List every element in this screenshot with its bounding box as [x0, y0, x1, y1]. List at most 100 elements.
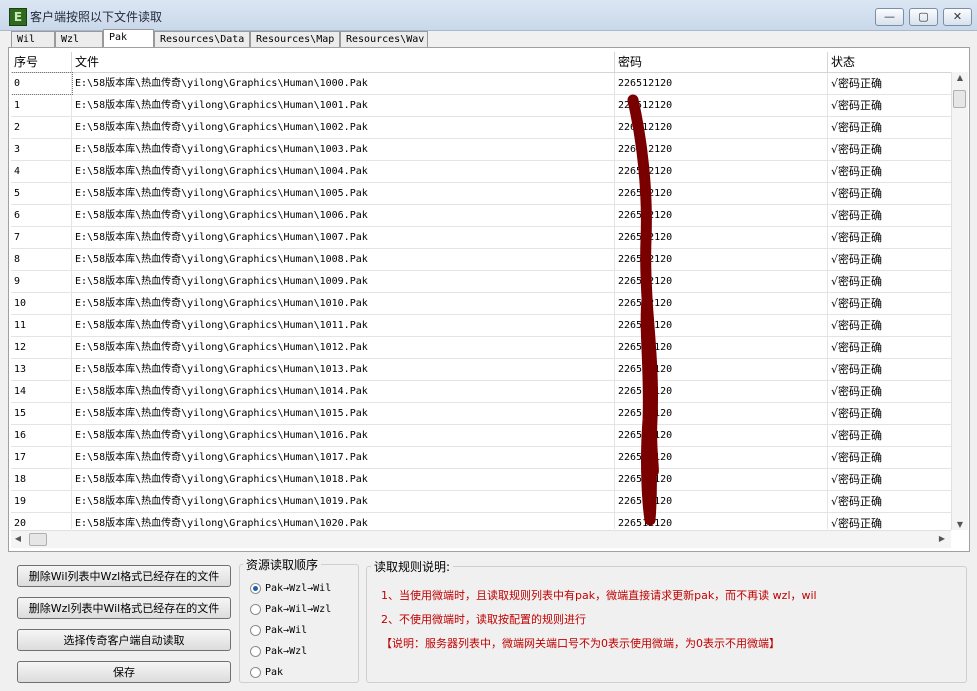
scroll-right-icon[interactable]: ▶ — [937, 534, 947, 543]
cell-password: 226512120 — [615, 469, 828, 490]
table-row[interactable]: 7 E:\58版本库\热血传奇\yilong\Graphics\Human\100… — [11, 227, 951, 249]
cell-password: 226512120 — [615, 293, 828, 314]
cell-password: 226512120 — [615, 117, 828, 138]
cell-file: E:\58版本库\热血传奇\yilong\Graphics\Human\1007… — [72, 227, 615, 248]
cell-index: 3 — [11, 139, 72, 160]
tab-wil[interactable]: Wil — [11, 31, 55, 47]
table-row[interactable]: 12 E:\58版本库\热血传奇\yilong\Graphics\Human\10… — [11, 337, 951, 359]
title-bar: E 客户端按照以下文件读取 — ▢ ✕ — [0, 0, 977, 31]
read-order-option[interactable]: Pak — [250, 667, 283, 679]
table-row[interactable]: 15 E:\58版本库\热血传奇\yilong\Graphics\Human\10… — [11, 403, 951, 425]
table-row[interactable]: 4 E:\58版本库\热血传奇\yilong\Graphics\Human\100… — [11, 161, 951, 183]
read-order-title: 资源读取顺序 — [243, 556, 322, 573]
tab-resources-wav[interactable]: Resources\Wav — [340, 31, 428, 47]
table-row[interactable]: 6 E:\58版本库\热血传奇\yilong\Graphics\Human\100… — [11, 205, 951, 227]
cell-status: √密码正确 — [831, 385, 883, 398]
close-button[interactable]: ✕ — [943, 8, 972, 26]
minimize-button[interactable]: — — [875, 8, 904, 26]
scroll-up-icon[interactable]: ▲ — [952, 73, 968, 82]
cell-index: 15 — [11, 403, 72, 424]
cell-status: √密码正确 — [831, 275, 883, 288]
cell-index: 8 — [11, 249, 72, 270]
cell-file: E:\58版本库\热血传奇\yilong\Graphics\Human\1014… — [72, 381, 615, 402]
read-order-option[interactable]: Pak→Wil — [250, 625, 307, 637]
save-button[interactable]: 保存 — [17, 661, 231, 683]
read-order-option[interactable]: Pak→Wzl→Wil — [250, 583, 331, 595]
cell-file: E:\58版本库\热血传奇\yilong\Graphics\Human\1008… — [72, 249, 615, 270]
column-header-index[interactable]: 序号 — [11, 52, 72, 72]
cell-status: √密码正确 — [831, 253, 883, 266]
cell-index: 16 — [11, 425, 72, 446]
radio-icon[interactable] — [250, 667, 261, 678]
cell-password: 226512120 — [615, 447, 828, 468]
rule-note: 【说明：服务器列表中，微端网关端口号不为0表示使用微端，为0表示不用微端】 — [381, 637, 780, 650]
read-order-option-label: Pak→Wzl — [265, 646, 308, 657]
table-row[interactable]: 2 E:\58版本库\热血传奇\yilong\Graphics\Human\100… — [11, 117, 951, 139]
cell-password: 226512120 — [615, 95, 828, 116]
table-row[interactable]: 19 E:\58版本库\热血传奇\yilong\Graphics\Human\10… — [11, 491, 951, 513]
table-row[interactable]: 11 E:\58版本库\热血传奇\yilong\Graphics\Human\10… — [11, 315, 951, 337]
cell-password: 226512120 — [615, 161, 828, 182]
table-row[interactable]: 9 E:\58版本库\热血传奇\yilong\Graphics\Human\100… — [11, 271, 951, 293]
file-list[interactable]: 序号 文件 密码 状态 0 E:\58版本库\热血传奇\yilong\Graphi… — [11, 52, 951, 529]
table-row[interactable]: 0 E:\58版本库\热血传奇\yilong\Graphics\Human\100… — [11, 72, 951, 95]
table-row[interactable]: 14 E:\58版本库\热血传奇\yilong\Graphics\Human\10… — [11, 381, 951, 403]
vertical-scrollbar[interactable]: ▲ ▼ — [951, 72, 968, 530]
delete-wzl-duplicates-button[interactable]: 删除Wzl列表中Wil格式已经存在的文件 — [17, 597, 231, 619]
table-row[interactable]: 13 E:\58版本库\热血传奇\yilong\Graphics\Human\10… — [11, 359, 951, 381]
tab-pak[interactable]: Pak — [103, 29, 154, 48]
table-body: 0 E:\58版本库\热血传奇\yilong\Graphics\Human\100… — [11, 72, 951, 529]
cell-index: 0 — [11, 72, 73, 95]
auto-read-client-button[interactable]: 选择传奇客户端自动读取 — [17, 629, 231, 651]
tab-resources-data[interactable]: Resources\Data — [154, 31, 250, 47]
cell-status: √密码正确 — [831, 143, 883, 156]
cell-file: E:\58版本库\热血传奇\yilong\Graphics\Human\1013… — [72, 359, 615, 380]
column-header-password[interactable]: 密码 — [615, 52, 828, 72]
tab-resources-map[interactable]: Resources\Map — [250, 31, 340, 47]
table-row[interactable]: 3 E:\58版本库\热血传奇\yilong\Graphics\Human\100… — [11, 139, 951, 161]
minimize-icon: — — [884, 10, 895, 23]
horizontal-scrollbar[interactable]: ◀ ▶ — [11, 530, 951, 548]
table-row[interactable]: 1 E:\58版本库\热血传奇\yilong\Graphics\Human\100… — [11, 95, 951, 117]
cell-status: √密码正确 — [831, 165, 883, 178]
scroll-left-icon[interactable]: ◀ — [13, 534, 23, 543]
radio-icon[interactable] — [250, 604, 261, 615]
table-row[interactable]: 10 E:\58版本库\热血传奇\yilong\Graphics\Human\10… — [11, 293, 951, 315]
radio-icon[interactable] — [250, 625, 261, 636]
radio-icon[interactable] — [250, 583, 261, 594]
cell-password: 226512120 — [615, 139, 828, 160]
read-order-option[interactable]: Pak→Wil→Wzl — [250, 604, 331, 616]
table-row[interactable]: 8 E:\58版本库\热血传奇\yilong\Graphics\Human\100… — [11, 249, 951, 271]
column-header-file[interactable]: 文件 — [72, 52, 615, 72]
cell-file: E:\58版本库\热血传奇\yilong\Graphics\Human\1015… — [72, 403, 615, 424]
cell-status: √密码正确 — [831, 429, 883, 442]
column-header-status[interactable]: 状态 — [828, 52, 951, 72]
cell-index: 17 — [11, 447, 72, 468]
table-row[interactable]: 16 E:\58版本库\热血传奇\yilong\Graphics\Human\10… — [11, 425, 951, 447]
cell-file: E:\58版本库\热血传奇\yilong\Graphics\Human\1020… — [72, 513, 615, 529]
cell-index: 2 — [11, 117, 72, 138]
cell-status: √密码正确 — [831, 451, 883, 464]
cell-password: 226512120 — [615, 425, 828, 446]
read-order-option[interactable]: Pak→Wzl — [250, 646, 307, 658]
cell-file: E:\58版本库\热血传奇\yilong\Graphics\Human\1009… — [72, 271, 615, 292]
cell-file: E:\58版本库\热血传奇\yilong\Graphics\Human\1010… — [72, 293, 615, 314]
rule-line-2: 2、不使用微端时，读取按配置的规则进行 — [381, 613, 586, 626]
cell-index: 1 — [11, 95, 72, 116]
cell-password: 226512120 — [615, 271, 828, 292]
delete-wil-duplicates-button[interactable]: 删除Wil列表中Wzl格式已经存在的文件 — [17, 565, 231, 587]
table-row[interactable]: 17 E:\58版本库\热血传奇\yilong\Graphics\Human\10… — [11, 447, 951, 469]
vertical-scroll-thumb[interactable] — [953, 90, 966, 108]
cell-password: 226512120 — [615, 359, 828, 380]
cell-index: 10 — [11, 293, 72, 314]
radio-icon[interactable] — [250, 646, 261, 657]
table-row[interactable]: 20 E:\58版本库\热血传奇\yilong\Graphics\Human\10… — [11, 513, 951, 529]
tab-wzl[interactable]: Wzl — [55, 31, 103, 47]
horizontal-scroll-thumb[interactable] — [29, 533, 47, 546]
table-row[interactable]: 5 E:\58版本库\热血传奇\yilong\Graphics\Human\100… — [11, 183, 951, 205]
cell-password: 226512120 — [615, 73, 828, 94]
scroll-down-icon[interactable]: ▼ — [952, 520, 968, 529]
maximize-button[interactable]: ▢ — [909, 8, 938, 26]
cell-password: 226512120 — [615, 513, 828, 529]
table-row[interactable]: 18 E:\58版本库\热血传奇\yilong\Graphics\Human\10… — [11, 469, 951, 491]
